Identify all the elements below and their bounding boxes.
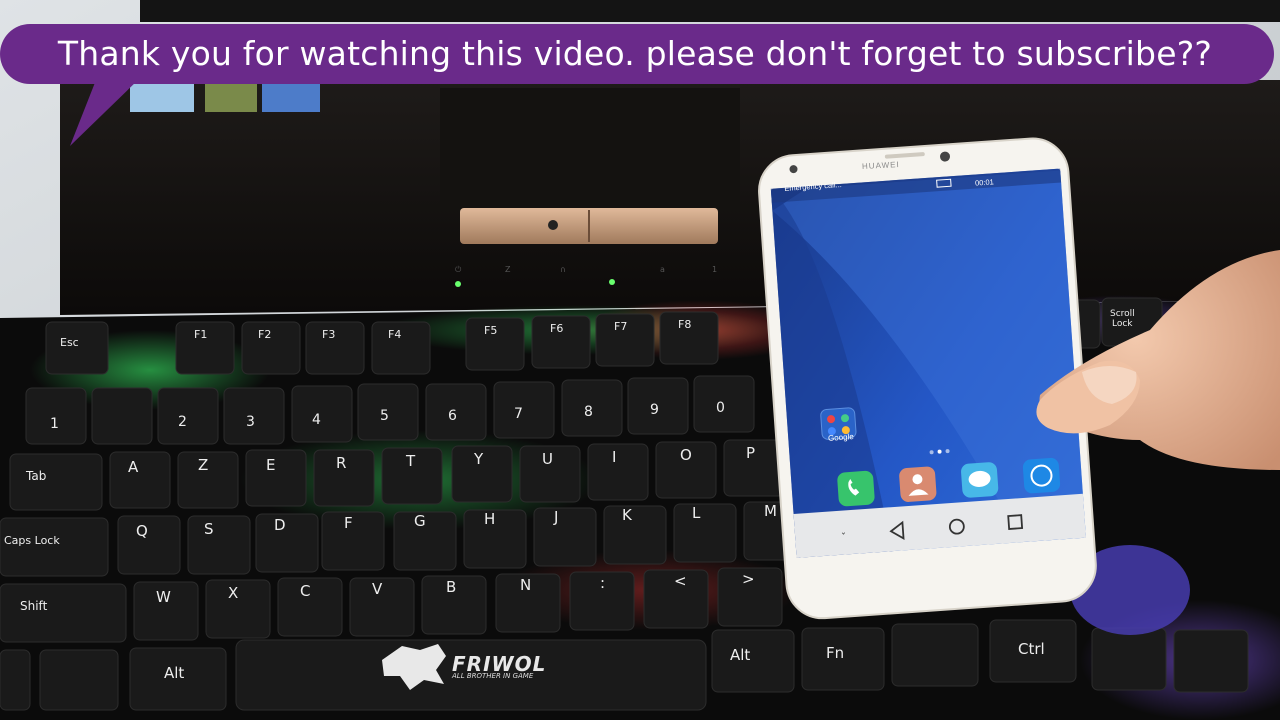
svg-text:V: V xyxy=(372,580,383,598)
svg-text:∩: ∩ xyxy=(560,265,566,274)
svg-text:P: P xyxy=(746,444,755,462)
keyboard-slogan: ALL BROTHER IN GAME xyxy=(452,672,534,680)
svg-text:F7: F7 xyxy=(614,320,627,333)
svg-text:Fn: Fn xyxy=(826,644,844,662)
svg-text:Q: Q xyxy=(136,522,148,540)
key-label-esc: Esc xyxy=(60,336,79,349)
svg-text:a: a xyxy=(660,265,665,274)
svg-text:F: F xyxy=(344,514,353,532)
svg-text:F1: F1 xyxy=(194,328,207,341)
svg-text:F6: F6 xyxy=(550,322,563,335)
svg-text:M: M xyxy=(764,502,777,520)
svg-text:E: E xyxy=(266,456,275,474)
browser-icon xyxy=(1022,457,1061,494)
svg-text:Shift: Shift xyxy=(20,599,48,613)
svg-text:1: 1 xyxy=(50,416,59,432)
svg-text:1: 1 xyxy=(712,265,717,274)
svg-text:F8: F8 xyxy=(678,318,691,331)
caption-text: Thank you for watching this video. pleas… xyxy=(57,34,1213,73)
svg-text:T: T xyxy=(405,452,416,470)
svg-text:9: 9 xyxy=(650,402,659,418)
svg-text:⏻: ⏻ xyxy=(455,265,462,274)
laptop-stickers xyxy=(130,84,320,112)
svg-text:Y: Y xyxy=(473,450,484,468)
svg-text::: : xyxy=(600,574,605,592)
phone-icon xyxy=(837,470,875,507)
google-folder-label: Google xyxy=(827,432,855,443)
svg-text:Scroll: Scroll xyxy=(1110,309,1135,319)
svg-text:N: N xyxy=(520,576,531,594)
svg-text:O: O xyxy=(680,446,692,464)
svg-text:D: D xyxy=(274,516,286,534)
svg-text:Alt: Alt xyxy=(730,646,750,664)
svg-text:F2: F2 xyxy=(258,328,271,341)
phone-status-time: 00:01 xyxy=(974,177,995,188)
svg-text:ˇ: ˇ xyxy=(841,531,847,543)
laptop-touchpad xyxy=(440,88,740,210)
svg-text:Z: Z xyxy=(505,265,511,274)
svg-text:W: W xyxy=(156,588,171,606)
svg-text:I: I xyxy=(612,448,616,466)
svg-text:7: 7 xyxy=(514,406,523,422)
svg-text:<: < xyxy=(674,572,687,590)
svg-text:B: B xyxy=(446,578,456,596)
laptop-top-keys xyxy=(140,0,1280,22)
svg-text:K: K xyxy=(622,506,633,524)
svg-text:C: C xyxy=(300,582,310,600)
svg-text:L: L xyxy=(692,504,701,522)
svg-text:>: > xyxy=(742,570,755,588)
svg-text:A: A xyxy=(128,458,139,476)
svg-text:J: J xyxy=(553,508,558,526)
svg-text:Caps Lock: Caps Lock xyxy=(4,534,60,547)
svg-text:Z: Z xyxy=(198,456,208,474)
photo-scene: ⏻ Z ∩ a 1 Esc F1 F2 F3 F4 F5 F6 F7 F8 1 … xyxy=(0,0,1280,720)
svg-text:6: 6 xyxy=(448,408,457,424)
svg-text:Alt: Alt xyxy=(164,664,184,682)
svg-text:F3: F3 xyxy=(322,328,335,341)
svg-text:H: H xyxy=(484,510,495,528)
svg-text:U: U xyxy=(542,450,553,468)
svg-text:0: 0 xyxy=(716,400,725,416)
svg-text:S: S xyxy=(204,520,214,538)
svg-text:4: 4 xyxy=(312,412,321,428)
svg-text:Lock: Lock xyxy=(1112,319,1133,329)
svg-text:Ctrl: Ctrl xyxy=(1018,640,1045,658)
svg-text:F4: F4 xyxy=(388,328,401,341)
svg-text:2: 2 xyxy=(178,414,187,430)
svg-text:Tab: Tab xyxy=(25,469,46,483)
svg-text:R: R xyxy=(336,454,346,472)
svg-text:G: G xyxy=(414,512,426,530)
svg-text:5: 5 xyxy=(380,408,389,424)
svg-text:8: 8 xyxy=(584,404,593,420)
svg-text:3: 3 xyxy=(246,414,255,430)
svg-text:X: X xyxy=(228,584,238,602)
huawei-phone: ˇ xyxy=(758,137,1097,620)
svg-text:F5: F5 xyxy=(484,324,497,337)
